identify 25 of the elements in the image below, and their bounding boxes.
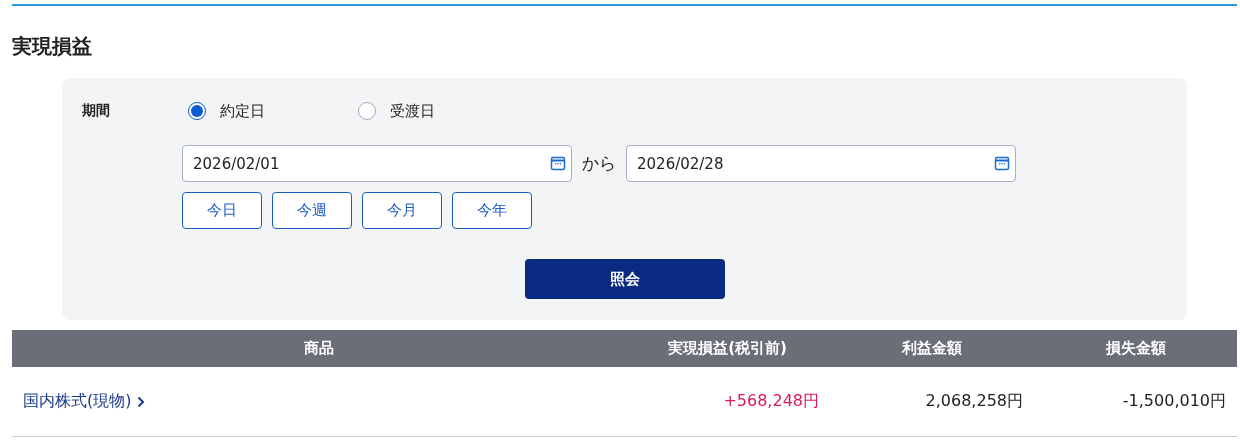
calendar-icon[interactable] [994,155,1010,171]
search-button[interactable]: 照会 [524,259,725,299]
radio-button[interactable] [358,102,376,120]
page-title: 実現損益 [12,33,93,59]
amount-text: -1,500,010円 [1122,391,1226,410]
date-field[interactable]: 2026/02/28 [626,145,1016,182]
product-link[interactable]: 国内株式(現物) [23,391,146,412]
quick-range-button[interactable]: 今日 [182,192,262,229]
column-header: 損失金額 [1034,330,1237,367]
range-separator: から [582,152,616,175]
column-header: 実現損益(税引前) [625,330,830,367]
column-header: 商品 [12,330,625,367]
calendar-icon[interactable] [550,155,566,171]
radio-label[interactable]: 受渡日 [390,101,435,121]
radio-label[interactable]: 約定日 [220,101,265,121]
amount-text: 2,068,258円 [925,391,1023,410]
quick-range-button[interactable]: 今週 [272,192,352,229]
amount-text: +568,248円 [723,391,819,410]
quick-range-button[interactable]: 今月 [362,192,442,229]
field-label: 期間 [82,102,111,120]
date-field[interactable]: 2026/02/01 [182,145,572,182]
quick-range-button[interactable]: 今年 [452,192,532,229]
radio-button[interactable] [188,102,206,120]
chevron-right-icon [137,395,146,408]
column-header: 利益金額 [830,330,1034,367]
